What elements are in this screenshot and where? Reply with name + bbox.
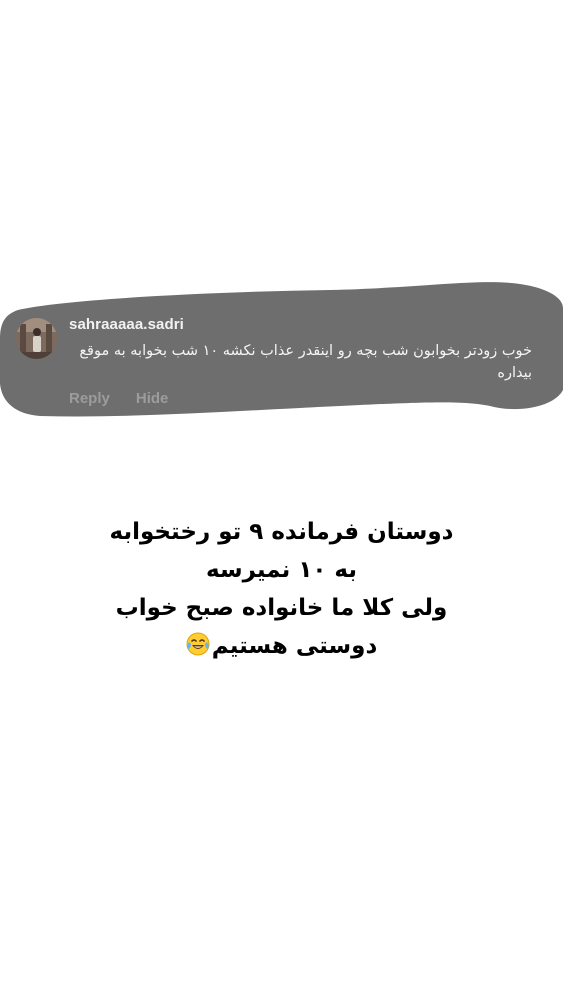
story-line-4: دوستی هستیم xyxy=(211,633,378,659)
story-line-3: ولی کلا ما خانواده صبح خواب xyxy=(115,595,448,621)
avatar[interactable] xyxy=(16,318,57,359)
face-with-tears-of-joy-icon xyxy=(186,630,210,668)
reply-button[interactable]: Reply xyxy=(69,390,110,407)
avatar-photo-icon xyxy=(16,318,57,359)
comment-text: خوب زودتر بخوابون شب بچه رو اینقدر عذاب … xyxy=(79,343,532,381)
comment-username[interactable]: sahraaaaa.sadri xyxy=(69,316,184,333)
story-line-2: به ۱۰ نمیرسه xyxy=(206,557,357,583)
story-caption: دوستان فرمانده ۹ تو رختخوابه به ۱۰ نمیرس… xyxy=(60,513,503,668)
comment-actions: Reply Hide xyxy=(69,390,168,407)
story-line-4-wrap: دوستی هستیم xyxy=(60,627,503,668)
story-line-1: دوستان فرمانده ۹ تو رختخوابه xyxy=(109,519,454,545)
hide-button[interactable]: Hide xyxy=(136,390,169,407)
